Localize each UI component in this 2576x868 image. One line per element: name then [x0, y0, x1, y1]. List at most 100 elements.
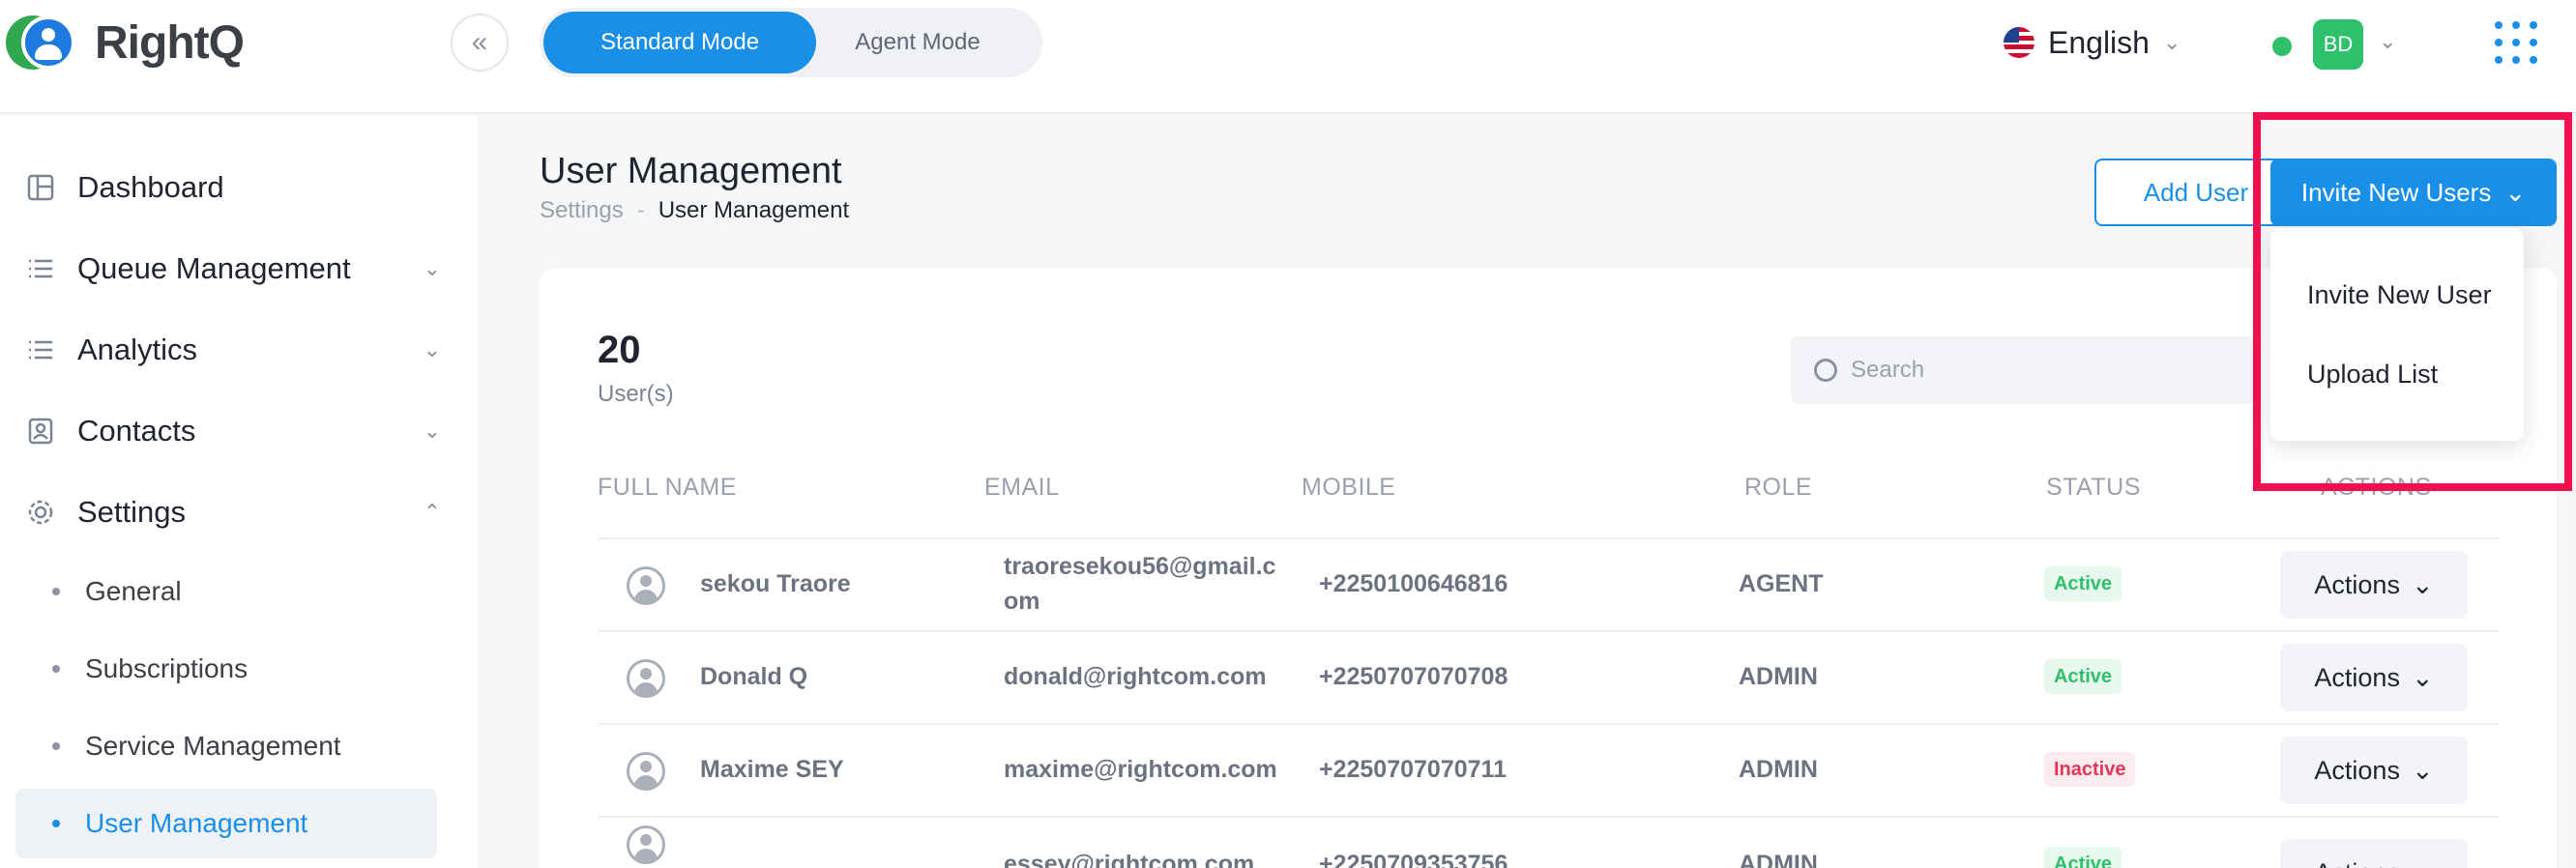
chevron-down-icon: ⌄	[423, 419, 441, 443]
actions-label: Actions	[2314, 755, 2400, 785]
sidebar-subitem-user-management[interactable]: User Management	[15, 789, 437, 858]
row-actions-button[interactable]: Actions ⌄	[2280, 551, 2468, 619]
actions-label: Actions	[2314, 662, 2400, 692]
contacts-icon	[25, 416, 56, 447]
sidebar-item-label: Analytics	[77, 333, 198, 366]
user-avatar-icon	[627, 825, 665, 864]
breadcrumb-current: User Management	[658, 197, 850, 223]
user-full-name: sekou Traore	[700, 570, 851, 597]
sidebar-subitem-subscriptions[interactable]: Subscriptions	[15, 634, 437, 704]
sidebar-item-analytics[interactable]: Analytics ⌄	[25, 321, 451, 379]
status-badge: Active	[2044, 566, 2122, 601]
row-actions-button[interactable]: Actions ⌄	[2280, 839, 2468, 868]
sidebar-item-dashboard[interactable]: Dashboard	[25, 159, 451, 217]
table-row[interactable]: Maxime SEY maxime@rightcom.com +22507070…	[598, 723, 2499, 816]
status-badge: Inactive	[2044, 752, 2136, 787]
user-avatar[interactable]: BD	[2313, 19, 2363, 70]
sidebar-subitem-general[interactable]: General	[15, 557, 437, 626]
user-full-name: Maxime SEY	[700, 756, 844, 783]
row-actions-button[interactable]: Actions ⌄	[2280, 644, 2468, 711]
user-role: AGENT	[1739, 570, 1824, 597]
user-mobile: +2250707070711	[1319, 756, 1507, 783]
agent-mode-tab[interactable]: Agent Mode	[781, 12, 1054, 73]
sidebar-item-label: Contacts	[77, 414, 196, 448]
status-badge: Active	[2044, 659, 2122, 694]
user-email: donald@rightcom.com	[1004, 663, 1267, 690]
chevron-down-icon: ⌄	[2411, 755, 2434, 785]
breadcrumb: Settings - User Management	[540, 197, 849, 224]
breadcrumb-settings-link[interactable]: Settings	[540, 197, 624, 224]
language-label: English	[2048, 24, 2150, 60]
list-icon	[25, 334, 56, 365]
sidebar-item-label: Queue Management	[77, 251, 351, 285]
bullet-icon	[52, 665, 60, 673]
user-mobile: +2250100646816	[1319, 570, 1508, 597]
app-name: RightQ	[95, 16, 245, 69]
list-icon	[25, 253, 56, 284]
user-menu-chevron-icon[interactable]: ⌄	[2379, 29, 2396, 54]
breadcrumb-separator: -	[636, 197, 645, 223]
user-avatar-icon	[627, 566, 665, 605]
online-status-dot	[2272, 37, 2292, 56]
chevron-down-icon: ⌄	[2162, 30, 2181, 54]
search-icon	[1814, 359, 1837, 382]
user-count: 20	[598, 329, 641, 371]
bullet-icon	[52, 820, 60, 827]
column-header-full-name[interactable]: FULL NAME	[598, 474, 737, 502]
apps-grid-icon[interactable]	[2495, 21, 2537, 64]
sidebar-item-queue-management[interactable]: Queue Management ⌄	[25, 240, 451, 298]
user-role: ADMIN	[1739, 663, 1818, 690]
sidebar-item-contacts[interactable]: Contacts ⌄	[25, 402, 451, 460]
highlight-box	[2253, 112, 2572, 491]
user-avatar-icon	[627, 659, 665, 698]
chevron-down-icon: ⌄	[423, 256, 441, 280]
user-role: ADMIN	[1739, 756, 1818, 783]
sidebar-subitem-label: General	[85, 576, 182, 606]
sidebar-subitem-label: Service Management	[85, 731, 341, 761]
column-header-email[interactable]: EMAIL	[984, 474, 1060, 502]
actions-label: Actions	[2314, 858, 2400, 868]
actions-label: Actions	[2314, 569, 2400, 599]
user-email: maxime@rightcom.com	[1004, 756, 1277, 783]
table-row[interactable]: essey@rightcom.com +2250709353756 ADMIN …	[598, 816, 2499, 868]
dashboard-icon	[25, 172, 56, 203]
sidebar-subitem-service-management[interactable]: Service Management	[15, 711, 437, 781]
bullet-icon	[52, 588, 60, 595]
chevron-down-icon: ⌄	[423, 337, 441, 362]
user-email: traoresekou56@gmail.c	[1004, 553, 1276, 580]
table-row[interactable]: sekou Traore traoresekou56@gmail.c om +2…	[598, 537, 2499, 630]
collapse-sidebar-button[interactable]: «	[451, 14, 509, 72]
user-mobile: +2250707070708	[1319, 663, 1508, 690]
table-header: FULL NAME EMAIL MOBILE ROLE STATUS ACTIO…	[0, 474, 2576, 512]
user-email: essey@rightcom.com	[1004, 851, 1255, 868]
language-selector[interactable]: English ⌄	[2004, 23, 2181, 62]
chevron-down-icon: ⌄	[2412, 858, 2434, 868]
sidebar-subitem-label: User Management	[85, 808, 308, 838]
user-mobile: +2250709353756	[1319, 851, 1508, 868]
sidebar-item-label: Dashboard	[77, 170, 224, 204]
user-avatar-icon	[627, 752, 665, 791]
chevron-down-icon: ⌄	[2411, 569, 2434, 599]
logo-mark-icon	[6, 15, 75, 70]
table-row[interactable]: Donald Q donald@rightcom.com +2250707070…	[598, 630, 2499, 723]
standard-mode-tab[interactable]: Standard Mode	[543, 12, 816, 73]
user-role: ADMIN	[1739, 851, 1818, 868]
chevron-down-icon: ⌄	[2411, 662, 2434, 692]
us-flag-icon	[2004, 27, 2034, 58]
bullet-icon	[52, 742, 60, 750]
search-input[interactable]	[1851, 357, 2238, 384]
double-chevron-left-icon: «	[471, 26, 488, 58]
user-full-name: Donald Q	[700, 663, 808, 690]
user-email-wrap: om	[1004, 588, 1040, 615]
status-badge: Active	[2044, 847, 2122, 868]
top-bar: RightQ « Agent Mode Standard Mode Englis…	[0, 0, 2576, 114]
row-actions-button[interactable]: Actions ⌄	[2280, 737, 2468, 804]
user-count-label: User(s)	[598, 381, 674, 407]
app-logo[interactable]: RightQ	[6, 15, 245, 70]
column-header-role[interactable]: ROLE	[1744, 474, 1812, 502]
column-header-status[interactable]: STATUS	[2046, 474, 2141, 502]
search-box[interactable]	[1791, 336, 2255, 404]
column-header-mobile[interactable]: MOBILE	[1302, 474, 1395, 502]
sidebar-subitem-label: Subscriptions	[85, 653, 249, 683]
mode-switch: Agent Mode Standard Mode	[540, 8, 1042, 77]
